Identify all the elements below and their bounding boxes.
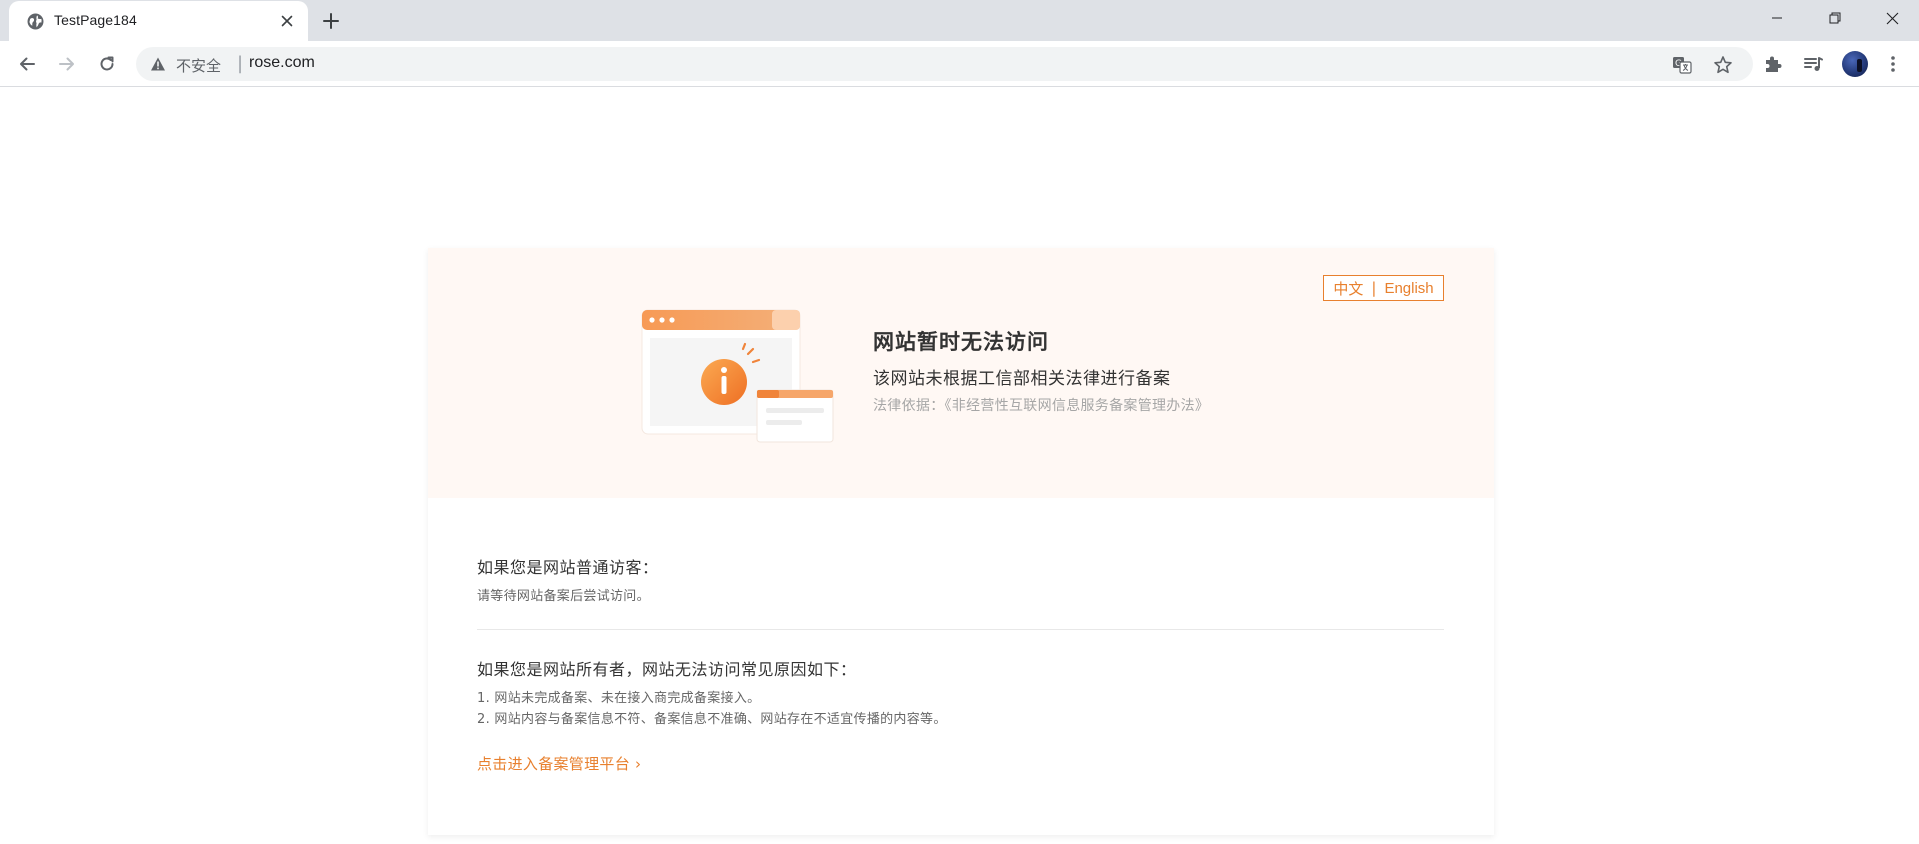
owner-heading: 如果您是网站所有者，网站无法访问常见原因如下： bbox=[477, 660, 857, 679]
minimize-icon bbox=[1772, 17, 1782, 19]
notice-card: 中文 | English 网站暂时无法访问 该网站未根据工信部相关法律进行备案 … bbox=[428, 248, 1494, 835]
owner-reason-item: 1. 网站未完成备案、未在接入商完成备案接入。 bbox=[477, 691, 761, 706]
chevron-right-icon[interactable]: › bbox=[635, 755, 641, 773]
close-icon[interactable] bbox=[279, 13, 295, 29]
address-bar[interactable]: 不安全 | rose.com G bbox=[136, 47, 1753, 81]
section-divider bbox=[477, 629, 1444, 630]
window-close-button[interactable] bbox=[1864, 0, 1919, 36]
reload-icon bbox=[100, 56, 114, 71]
hero-title: 网站暂时无法访问 bbox=[873, 330, 1049, 354]
restore-icon bbox=[1829, 12, 1841, 24]
tab-strip: TestPage184 bbox=[0, 0, 1919, 41]
lang-chinese-link[interactable]: 中文 bbox=[1333, 278, 1363, 299]
restore-button[interactable] bbox=[1807, 0, 1863, 36]
owner-reason-item: 2. 网站内容与备案信息不符、备案信息不准确、网站存在不适宜传播的内容等。 bbox=[477, 712, 947, 727]
url-text[interactable]: rose.com bbox=[249, 54, 315, 72]
puzzle-icon[interactable] bbox=[1762, 53, 1784, 75]
warning-triangle-icon[interactable] bbox=[150, 56, 166, 72]
lang-english-link[interactable]: English bbox=[1384, 280, 1433, 297]
visitor-heading: 如果您是网站普通访客： bbox=[477, 558, 659, 577]
profile-avatar[interactable] bbox=[1842, 51, 1868, 77]
reload-button[interactable] bbox=[93, 50, 121, 78]
arrow-right-icon bbox=[59, 57, 74, 71]
security-label[interactable]: 不安全 bbox=[176, 55, 221, 76]
law-basis-text: 法律依据：《非经营性互联网信息服务备案管理办法》 bbox=[873, 398, 1210, 414]
browser-tab[interactable]: TestPage184 bbox=[9, 1, 308, 41]
filing-platform-link-label[interactable]: 点击进入备案管理平台 bbox=[477, 755, 630, 773]
avatar-figure bbox=[1857, 59, 1862, 72]
browser-info-illustration bbox=[632, 302, 844, 448]
translate-icon[interactable]: G bbox=[1672, 55, 1692, 75]
globe-icon bbox=[27, 13, 44, 30]
back-button[interactable] bbox=[13, 50, 41, 78]
tab-title: TestPage184 bbox=[54, 12, 137, 28]
media-playlist-icon[interactable] bbox=[1802, 53, 1824, 75]
hero-section: 中文 | English 网站暂时无法访问 该网站未根据工信部相关法律进行备案 … bbox=[428, 248, 1494, 498]
language-switch: 中文 | English bbox=[1323, 275, 1444, 301]
close-icon bbox=[1886, 12, 1898, 24]
plus-icon[interactable] bbox=[320, 10, 342, 32]
more-vertical-icon[interactable] bbox=[1882, 53, 1904, 75]
omnibox-separator: | bbox=[237, 53, 244, 74]
visitor-text: 请等待网站备案后尝试访问。 bbox=[477, 589, 650, 604]
filing-platform-link[interactable]: 点击进入备案管理平台 › bbox=[477, 753, 641, 774]
forward-button[interactable] bbox=[53, 50, 81, 78]
lang-divider: | bbox=[1371, 279, 1377, 297]
browser-toolbar: 不安全 | rose.com G bbox=[0, 41, 1919, 87]
star-icon[interactable] bbox=[1713, 55, 1733, 75]
hero-subtitle: 该网站未根据工信部相关法律进行备案 bbox=[873, 369, 1171, 389]
arrow-left-icon bbox=[20, 57, 35, 71]
minimize-button[interactable] bbox=[1749, 0, 1805, 36]
